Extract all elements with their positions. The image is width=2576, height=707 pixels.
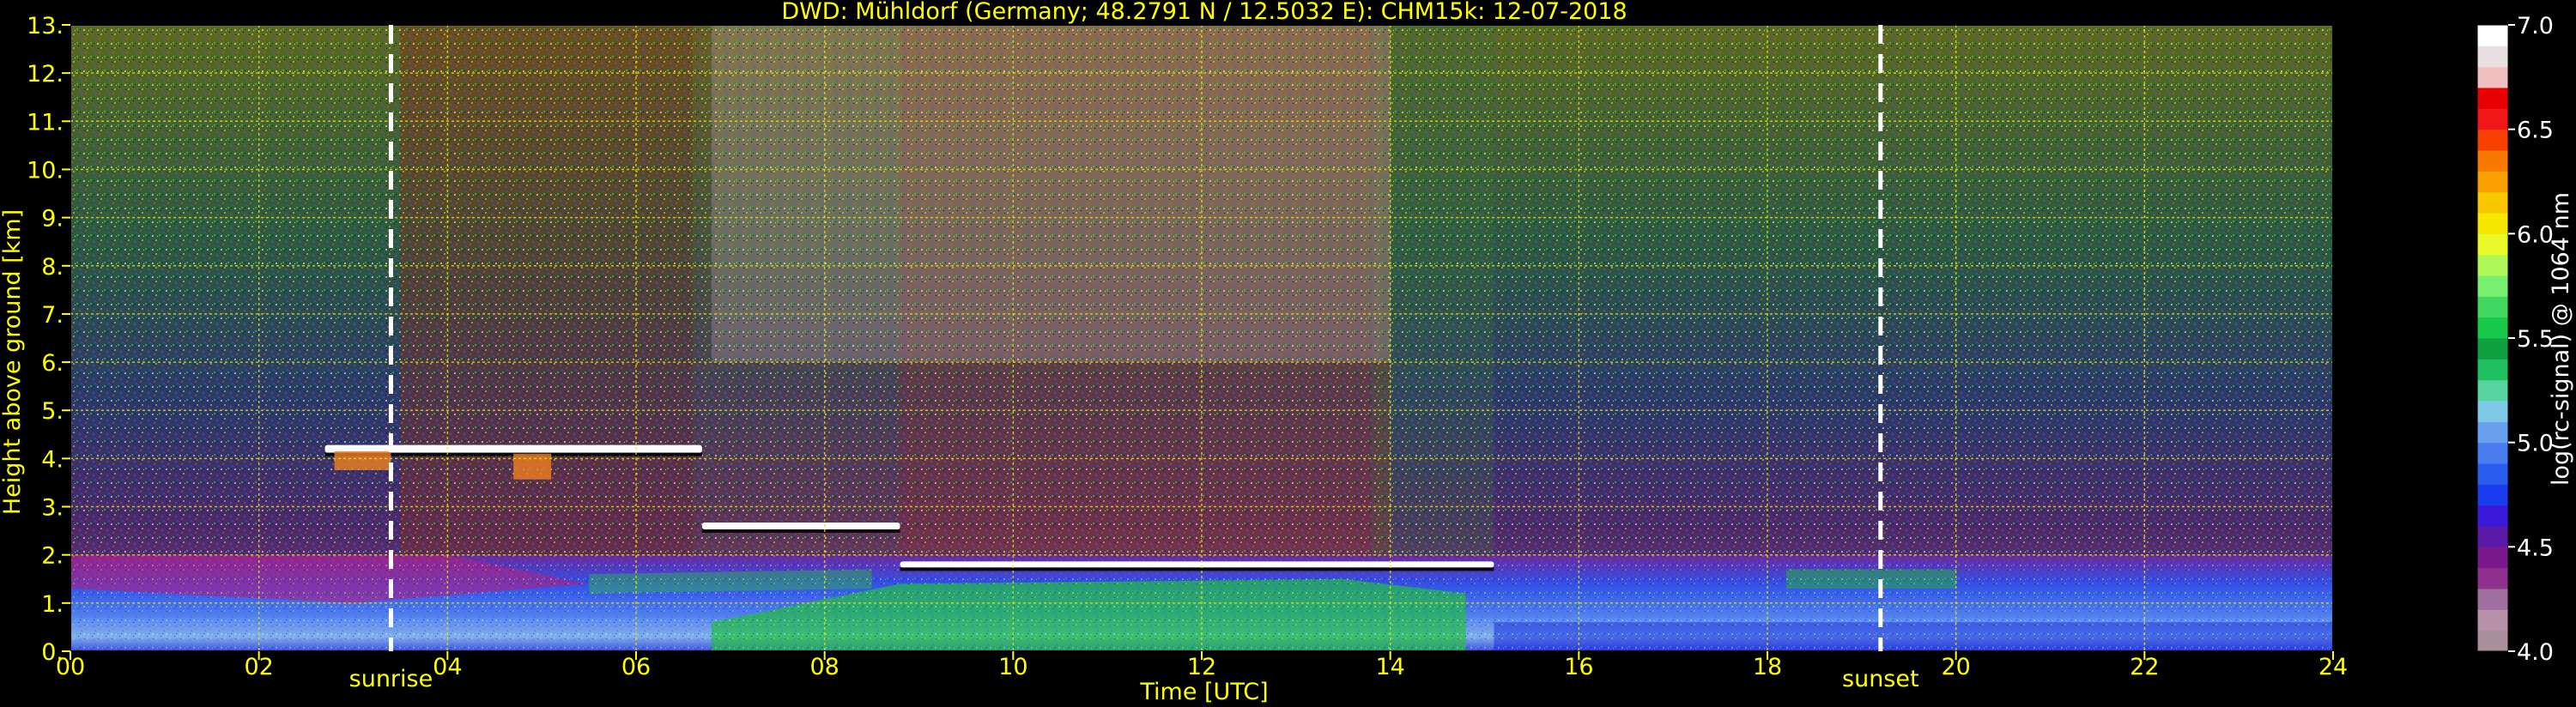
x-tick-label: 08 [809, 654, 839, 680]
y-tick-label: 12. [27, 61, 64, 88]
x-tick-label: 22 [2130, 654, 2159, 680]
colorbar-segment [2477, 275, 2508, 297]
y-tick-label: 6. [41, 350, 64, 377]
x-tick-label: 04 [433, 654, 462, 680]
colorbar-segment [2477, 589, 2508, 610]
cloud-layer-2-6km-shadow [701, 529, 900, 533]
y-tick-label: 13. [27, 13, 64, 39]
y-tick-label: 4. [41, 446, 64, 473]
x-tick-label: 20 [1941, 654, 1970, 680]
colorbar-segment [2477, 547, 2508, 569]
cloud-layer-1-8km [900, 561, 1494, 571]
cloud-base-orange [513, 453, 552, 480]
colorbar-segment [2477, 630, 2508, 652]
colorbar-segment [2477, 108, 2508, 130]
x-tick-label: 10 [998, 654, 1027, 680]
x-tick-label: 12 [1187, 654, 1216, 680]
cloud-layer-1-8km-shadow [900, 567, 1494, 571]
colorbar-segment [2477, 88, 2508, 109]
colorbar-segment [2477, 567, 2508, 589]
colorbar-segment [2477, 526, 2508, 547]
colorbar-segment [2477, 609, 2508, 631]
y-tick-label: 0. [41, 639, 64, 666]
sunrise-label: sunrise [349, 666, 433, 692]
x-tick-label: 24 [2318, 654, 2348, 680]
x-tick-label: 02 [244, 654, 273, 680]
y-tick-label: 1. [41, 591, 64, 618]
colorbar-tick-label: 4.5 [2517, 535, 2554, 561]
y-tick-label: 3. [41, 495, 64, 522]
x-tick-label: 18 [1753, 654, 1782, 680]
x-axis-label: Time [UTC] [1139, 679, 1268, 705]
y-tick-label: 9. [41, 206, 64, 233]
colorbar-segment [2477, 379, 2508, 402]
y-axis-label: Height above ground [km] [0, 209, 26, 515]
colorbar-tick-label: 6.5 [2517, 118, 2554, 144]
colorbar-segment [2477, 254, 2508, 276]
colorbar-segment [2477, 171, 2508, 193]
colorbar-segment [2477, 505, 2508, 527]
colorbar-segment [2477, 484, 2508, 506]
colorbar-segment [2477, 45, 2508, 68]
colorbar-segment [2477, 317, 2508, 339]
colorbar-label: log(rc-signal) @ 1064 nm [2548, 192, 2574, 486]
lidar-chart: sunrise sunset 00 02 04 06 08 10 12 14 16 18 20 22 24… [0, 0, 2574, 705]
colorbar-segment [2477, 442, 2508, 464]
colorbar-tick-label: 4.0 [2517, 639, 2554, 666]
colorbar-segment [2477, 25, 2508, 46]
cloud-layer-2-6km-core [701, 523, 900, 529]
colorbar-segment [2477, 463, 2508, 485]
y-tick-label: 2. [41, 543, 64, 570]
x-tick-label: 16 [1564, 654, 1593, 680]
y-tick-label: 8. [41, 254, 64, 281]
colorbar-segment [2477, 233, 2508, 256]
y-tick-label: 11. [27, 109, 64, 136]
y-tick-label: 7. [41, 302, 64, 329]
cloud-layer-2-6km [701, 523, 900, 533]
y-tick-label: 10. [27, 157, 64, 184]
cloud-base-orange [334, 450, 391, 470]
colorbar-tick-label: 7.0 [2517, 13, 2554, 39]
colorbar-segment [2477, 421, 2508, 444]
colorbar-segment [2477, 296, 2508, 318]
colorbar-segment [2477, 191, 2508, 214]
colorbar-segment [2477, 150, 2508, 172]
x-tick-label: 06 [621, 654, 651, 680]
colorbar-segment [2477, 338, 2508, 360]
y-tick-label: 5. [41, 398, 64, 425]
sunset-label: sunset [1842, 666, 1919, 692]
x-tick-label: 14 [1375, 654, 1404, 680]
colorbar-segment [2477, 213, 2508, 234]
colorbar-segment [2477, 359, 2508, 381]
chart-title: DWD: Mühldorf (Germany; 48.2791 N / 12.5… [781, 0, 1627, 25]
colorbar-segment [2477, 129, 2508, 151]
cloud-layer-1-8km-core [900, 561, 1494, 568]
colorbar-segment [2477, 66, 2508, 88]
colorbar-segment [2477, 401, 2508, 422]
